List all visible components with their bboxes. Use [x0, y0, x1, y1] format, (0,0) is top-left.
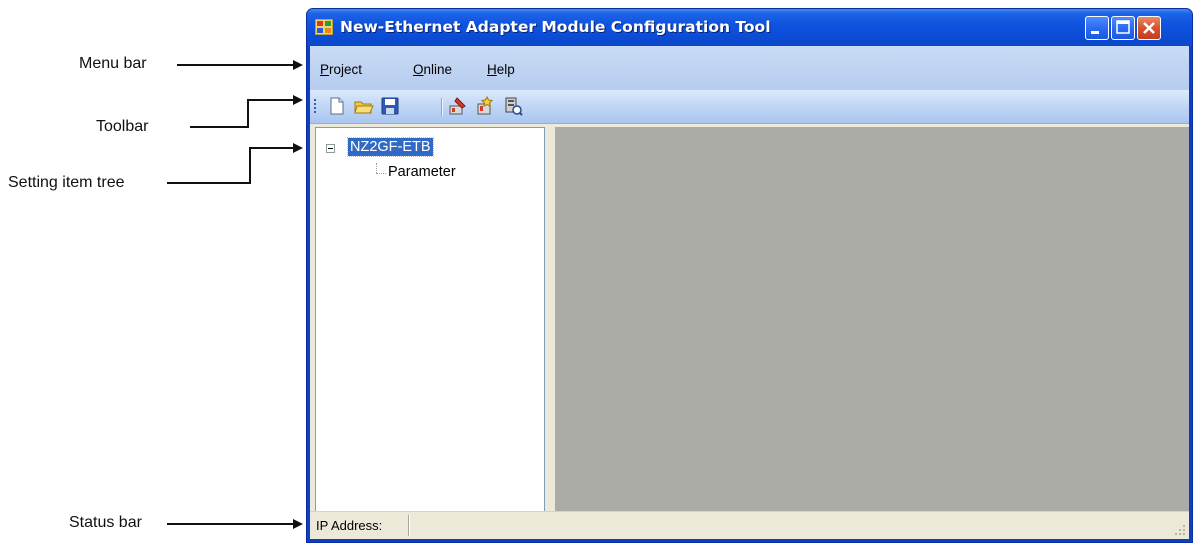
close-button[interactable] — [1137, 16, 1161, 40]
status-ip-address-label: IP Address: — [316, 518, 383, 533]
content-area — [555, 127, 1189, 513]
tree-node-root-label[interactable]: NZ2GF-ETB — [347, 137, 434, 157]
window-client-area: Project Online Help NZ2GF-ETB Parameter … — [310, 46, 1189, 539]
title-bar[interactable]: New-Ethernet Adapter Module Configuratio… — [307, 9, 1192, 46]
toolbar-grip-icon[interactable] — [314, 98, 317, 116]
window-title: New-Ethernet Adapter Module Configuratio… — [340, 18, 771, 36]
menu-help[interactable]: Help — [487, 62, 515, 77]
tree-connector-horizontal — [376, 173, 386, 174]
arrow-toolbar — [190, 95, 303, 128]
minimize-button[interactable] — [1085, 16, 1109, 40]
app-icon[interactable] — [315, 19, 333, 35]
resize-grip-icon[interactable] — [1174, 524, 1186, 536]
tree-node-parameter[interactable]: Parameter — [388, 164, 456, 180]
app-window: New-Ethernet Adapter Module Configuratio… — [306, 8, 1193, 543]
menu-online[interactable]: Online — [413, 62, 452, 77]
status-separator — [408, 515, 410, 536]
close-icon — [1143, 22, 1155, 34]
collapse-icon[interactable] — [326, 144, 335, 153]
open-icon[interactable] — [354, 96, 374, 116]
setting-item-tree[interactable]: NZ2GF-ETB Parameter — [315, 127, 545, 513]
toolbar — [310, 90, 1189, 124]
menu-bar: Project Online Help — [310, 46, 1189, 90]
maximize-button[interactable] — [1111, 16, 1135, 40]
read-icon[interactable] — [475, 96, 495, 116]
monitor-icon[interactable] — [503, 96, 523, 116]
save-icon[interactable] — [380, 96, 400, 116]
maximize-icon — [1116, 20, 1130, 34]
menu-project[interactable]: Project — [320, 62, 362, 77]
write-icon[interactable] — [448, 96, 468, 116]
status-bar: IP Address: — [310, 511, 1189, 539]
toolbar-separator — [441, 98, 443, 116]
arrow-setting-item-tree — [167, 143, 303, 184]
minimize-icon — [1091, 31, 1099, 34]
new-icon[interactable] — [327, 96, 347, 116]
figure: Menu bar Toolbar Setting item tree Statu… — [0, 0, 1198, 546]
tree-connector-vertical — [376, 163, 377, 173]
panel-splitter[interactable] — [546, 127, 554, 513]
